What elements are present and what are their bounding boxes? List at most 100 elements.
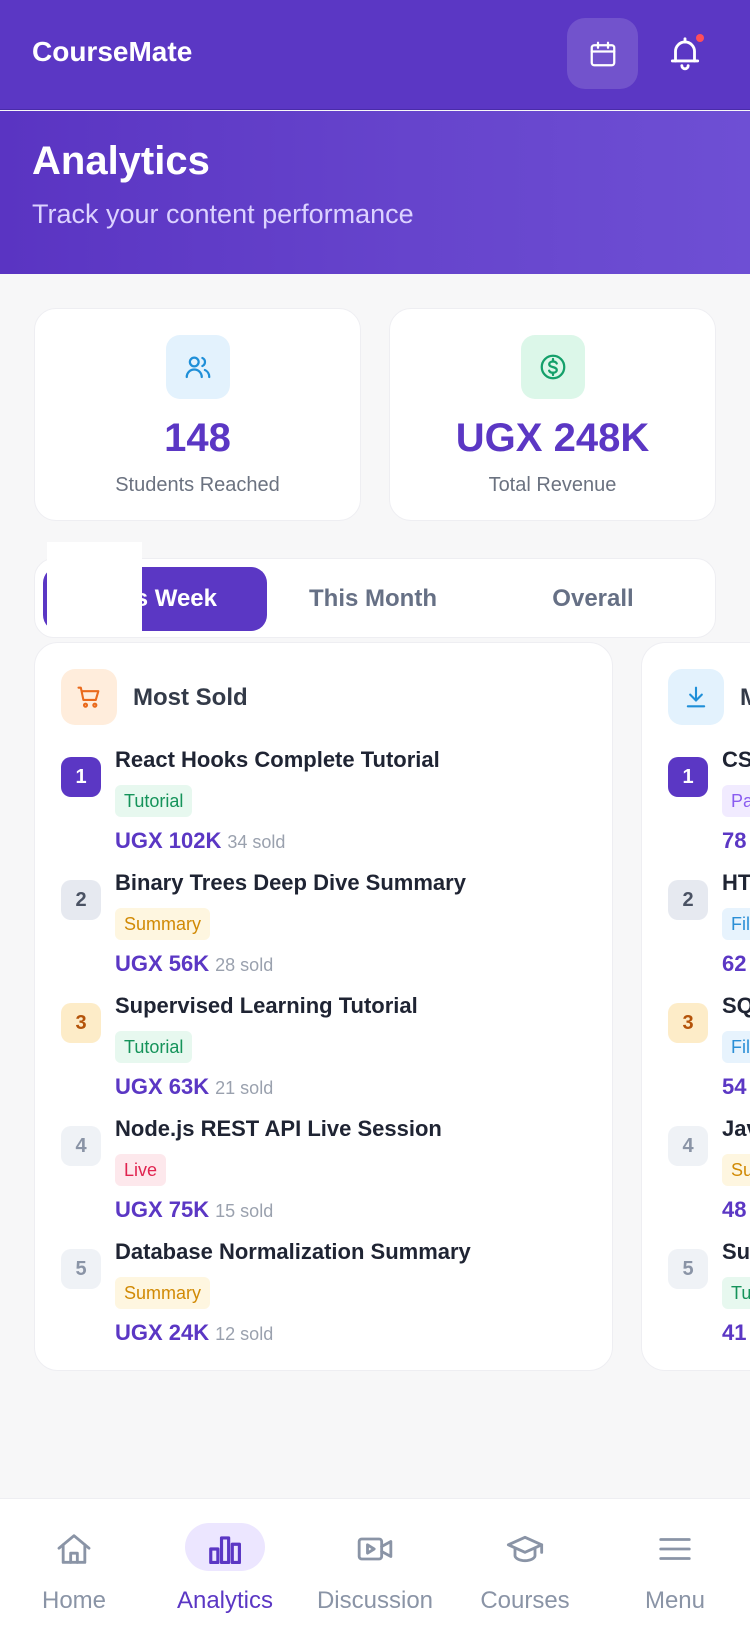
video-icon bbox=[351, 1525, 399, 1573]
nav-label: Analytics bbox=[176, 1587, 274, 1614]
price-line: 41 bbox=[722, 1320, 746, 1346]
stat-card-students: 148 Students Reached bbox=[34, 308, 361, 521]
graduation-cap-icon bbox=[501, 1525, 549, 1573]
sold-count: 12 sold bbox=[215, 1324, 274, 1344]
type-tag: Su bbox=[722, 1154, 750, 1186]
nav-label: Home bbox=[41, 1587, 107, 1614]
card-title: M bbox=[740, 684, 750, 712]
nav-home[interactable]: Home bbox=[14, 1499, 134, 1625]
type-tag: Fil bbox=[722, 908, 750, 940]
rank-badge: 2 bbox=[61, 880, 101, 920]
item-price: 78 bbox=[722, 828, 747, 853]
stat-label: Total Revenue bbox=[488, 474, 617, 496]
nav-label: Courses bbox=[480, 1587, 570, 1614]
type-tag: Summary bbox=[115, 908, 211, 940]
sold-count: 15 sold bbox=[215, 1201, 274, 1221]
notification-dot bbox=[696, 34, 704, 42]
most-sold-card: Most Sold 1 React Hooks Complete Tutoria… bbox=[34, 642, 613, 1371]
app-brand[interactable]: CourseMate bbox=[32, 36, 192, 68]
item-title: Su bbox=[722, 1239, 750, 1264]
dollar-circle-icon bbox=[521, 335, 585, 399]
price-line: UGX 63K 21 sold bbox=[115, 1074, 273, 1100]
list-item[interactable]: 2 Binary Trees Deep Dive Summary Summary… bbox=[35, 870, 612, 993]
price-line: UGX 24K 12 sold bbox=[115, 1320, 273, 1346]
rank-badge: 1 bbox=[61, 757, 101, 797]
stat-label: Students Reached bbox=[115, 474, 280, 496]
rank-badge: 3 bbox=[61, 1003, 101, 1043]
sold-count: 34 sold bbox=[227, 832, 286, 852]
page-title: Analytics bbox=[32, 139, 210, 183]
rank-badge: 5 bbox=[668, 1249, 708, 1289]
price-line: UGX 102K 34 sold bbox=[115, 828, 285, 854]
rank-badge: 1 bbox=[668, 757, 708, 797]
stat-value: UGX 248K bbox=[455, 416, 650, 460]
nav-analytics[interactable]: Analytics bbox=[165, 1499, 285, 1625]
item-price: UGX 63K bbox=[115, 1074, 210, 1099]
nav-discussion[interactable]: Discussion bbox=[300, 1499, 450, 1625]
item-title: Database Normalization Summary bbox=[115, 1239, 471, 1264]
item-price: UGX 56K bbox=[115, 951, 210, 976]
calendar-button[interactable] bbox=[567, 18, 638, 89]
card-title: Most Sold bbox=[133, 684, 248, 711]
rank-badge: 4 bbox=[61, 1126, 101, 1166]
list-item[interactable]: 1 CS Pa 78 bbox=[642, 747, 750, 870]
nav-courses[interactable]: Courses bbox=[465, 1499, 585, 1625]
stat-card-revenue: UGX 248K Total Revenue bbox=[389, 308, 716, 521]
users-icon bbox=[166, 335, 230, 399]
item-price: 62 bbox=[722, 951, 747, 976]
rank-badge: 3 bbox=[668, 1003, 708, 1043]
download-icon bbox=[668, 669, 724, 725]
page-subtitle: Track your content performance bbox=[32, 199, 414, 229]
top-bar: CourseMate bbox=[0, 0, 750, 110]
type-tag: Summary bbox=[115, 1277, 211, 1309]
type-tag: Pa bbox=[722, 785, 750, 817]
item-price: 54 bbox=[722, 1074, 747, 1099]
item-title: Binary Trees Deep Dive Summary bbox=[115, 870, 466, 895]
analytics-header: Analytics Track your content performance bbox=[0, 111, 750, 274]
list-item[interactable]: 1 React Hooks Complete Tutorial Tutorial… bbox=[35, 747, 612, 870]
rank-badge: 4 bbox=[668, 1126, 708, 1166]
item-price: UGX 24K bbox=[115, 1320, 210, 1345]
item-title: HT bbox=[722, 870, 750, 895]
type-tag: Tu bbox=[722, 1277, 750, 1309]
item-title: Jav bbox=[722, 1116, 750, 1141]
price-line: 62 bbox=[722, 951, 746, 977]
price-line: 48 bbox=[722, 1197, 746, 1223]
item-title: Supervised Learning Tutorial bbox=[115, 993, 418, 1018]
sold-count: 21 sold bbox=[215, 1078, 274, 1098]
notifications-button[interactable] bbox=[660, 28, 710, 78]
home-icon bbox=[50, 1525, 98, 1573]
list-item[interactable]: 4 Node.js REST API Live Session Live UGX… bbox=[35, 1116, 612, 1239]
price-line: 54 bbox=[722, 1074, 746, 1100]
price-line: UGX 75K 15 sold bbox=[115, 1197, 273, 1223]
calendar-icon bbox=[590, 41, 615, 66]
list-item[interactable]: 5 Su Tu 41 bbox=[642, 1239, 750, 1362]
list-item[interactable]: 4 Jav Su 48 bbox=[642, 1116, 750, 1239]
nav-label: Menu bbox=[644, 1587, 706, 1614]
item-price: UGX 75K bbox=[115, 1197, 210, 1222]
stat-value: 148 bbox=[164, 416, 231, 460]
tab-this-month[interactable]: This Month bbox=[263, 567, 483, 631]
type-tag: Live bbox=[115, 1154, 167, 1186]
item-title: React Hooks Complete Tutorial bbox=[115, 747, 440, 772]
tab-overlay bbox=[47, 542, 142, 632]
bottom-nav: Home Analytics Discussion Courses Menu bbox=[0, 1498, 750, 1625]
rank-badge: 2 bbox=[668, 880, 708, 920]
type-tag: Tutorial bbox=[115, 1031, 193, 1063]
list-item[interactable]: 2 HT Fil 62 bbox=[642, 870, 750, 993]
list-item[interactable]: 3 Supervised Learning Tutorial Tutorial … bbox=[35, 993, 612, 1116]
price-line: 78 bbox=[722, 828, 746, 854]
list-item[interactable]: 3 SQ Fil 54 bbox=[642, 993, 750, 1116]
item-title: Node.js REST API Live Session bbox=[115, 1116, 442, 1141]
most-downloaded-card: M 1 CS Pa 78 2 HT Fil 62 3 SQ Fil 54 4 J… bbox=[641, 642, 750, 1371]
item-title: SQ bbox=[722, 993, 750, 1018]
rank-badge: 5 bbox=[61, 1249, 101, 1289]
menu-icon bbox=[651, 1525, 699, 1573]
item-price: 48 bbox=[722, 1197, 747, 1222]
cart-icon bbox=[61, 669, 117, 725]
nav-menu[interactable]: Menu bbox=[615, 1499, 735, 1625]
bar-chart-icon bbox=[201, 1525, 249, 1573]
tab-overall[interactable]: Overall bbox=[483, 567, 703, 631]
item-price: UGX 102K bbox=[115, 828, 222, 853]
list-item[interactable]: 5 Database Normalization Summary Summary… bbox=[35, 1239, 612, 1362]
